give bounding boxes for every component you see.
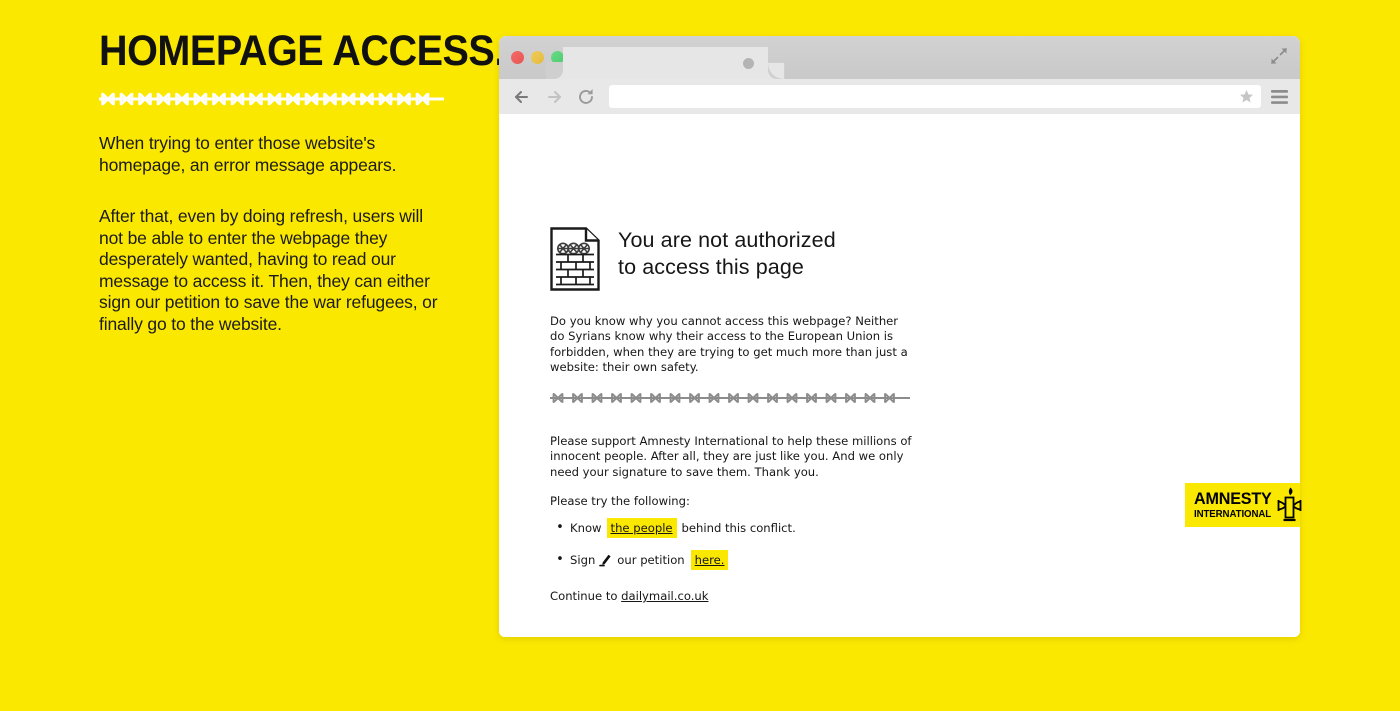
continue-line: Continue to dailymail.co.uk xyxy=(550,589,708,603)
tab-right-curve xyxy=(768,62,785,79)
browser-titlebar xyxy=(499,36,1300,79)
amnesty-wordmark: AMNESTY INTERNATIONAL xyxy=(1194,490,1276,520)
tab-close-dot-icon[interactable] xyxy=(743,58,754,69)
bullet-2-suffix: our petition xyxy=(617,553,685,567)
suggestion-list: • Know the people behind this conflict. … xyxy=(550,518,930,582)
amnesty-line-2: INTERNATIONAL xyxy=(1194,508,1272,520)
bullet-2-prefix: Sign xyxy=(570,553,596,567)
candle-barbed-wire-icon xyxy=(1277,487,1302,522)
error-title-line-2: to access this page xyxy=(618,255,804,279)
tab-body xyxy=(563,47,768,79)
browser-window: You are not authorized to access this pa… xyxy=(499,36,1300,637)
blocked-page-brick-wall-icon xyxy=(550,227,600,291)
page-title: HOMEPAGE ACCESS. xyxy=(99,27,505,75)
arrow-left-icon[interactable] xyxy=(511,86,533,108)
star-icon[interactable] xyxy=(1239,89,1254,104)
pen-signature-icon xyxy=(599,554,611,566)
barbed-wire-divider-icon-gray xyxy=(550,393,910,403)
list-item: • Know the people behind this conflict. xyxy=(550,518,930,538)
url-bar[interactable] xyxy=(609,85,1261,108)
petition-here-link[interactable]: here. xyxy=(690,550,729,570)
bullet-dot-icon: • xyxy=(556,520,564,535)
error-paragraph-3: Please try the following: xyxy=(550,494,690,508)
the-people-link[interactable]: the people xyxy=(606,518,677,538)
intro-paragraph-1: When trying to enter those website's hom… xyxy=(99,133,397,175)
error-title-line-1: You are not authorized xyxy=(618,228,836,252)
error-page-content: You are not authorized to access this pa… xyxy=(499,114,1300,637)
intro-paragraph-2: After that, even by doing refresh, users… xyxy=(99,206,438,334)
barbed-wire-divider-icon xyxy=(99,92,444,106)
bullet-1-prefix: Know xyxy=(570,521,602,535)
amnesty-line-1: AMNESTY xyxy=(1194,488,1272,508)
list-item: • Sign our petition here. xyxy=(550,550,930,570)
error-paragraph-1: Do you know why you cannot access this w… xyxy=(550,314,908,375)
url-input[interactable] xyxy=(609,85,1261,108)
tab-left-curve xyxy=(546,62,563,79)
error-header: You are not authorized to access this pa… xyxy=(550,227,836,291)
page-root: HOMEPAGE ACCESS. When trying to enter th… xyxy=(0,0,1400,711)
error-paragraph-2: Please support Amnesty International to … xyxy=(550,434,912,479)
expand-arrows-icon[interactable] xyxy=(1270,47,1288,65)
bullet-dot-icon: • xyxy=(556,552,564,567)
continue-prefix: Continue to xyxy=(550,589,618,603)
bullet-1-suffix: behind this conflict. xyxy=(681,521,796,535)
amnesty-international-logo: AMNESTY INTERNATIONAL xyxy=(1185,483,1302,527)
error-title: You are not authorized to access this pa… xyxy=(618,227,836,281)
browser-tab[interactable] xyxy=(546,47,785,79)
close-window-button[interactable] xyxy=(511,51,524,64)
hamburger-menu-icon[interactable] xyxy=(1271,89,1288,104)
left-panel: HOMEPAGE ACCESS. When trying to enter th… xyxy=(99,27,505,335)
minimize-window-button[interactable] xyxy=(531,51,544,64)
browser-toolbar xyxy=(499,79,1300,114)
reload-icon[interactable] xyxy=(575,86,597,108)
arrow-right-icon[interactable] xyxy=(543,86,565,108)
continue-destination-link[interactable]: dailymail.co.uk xyxy=(621,589,708,603)
